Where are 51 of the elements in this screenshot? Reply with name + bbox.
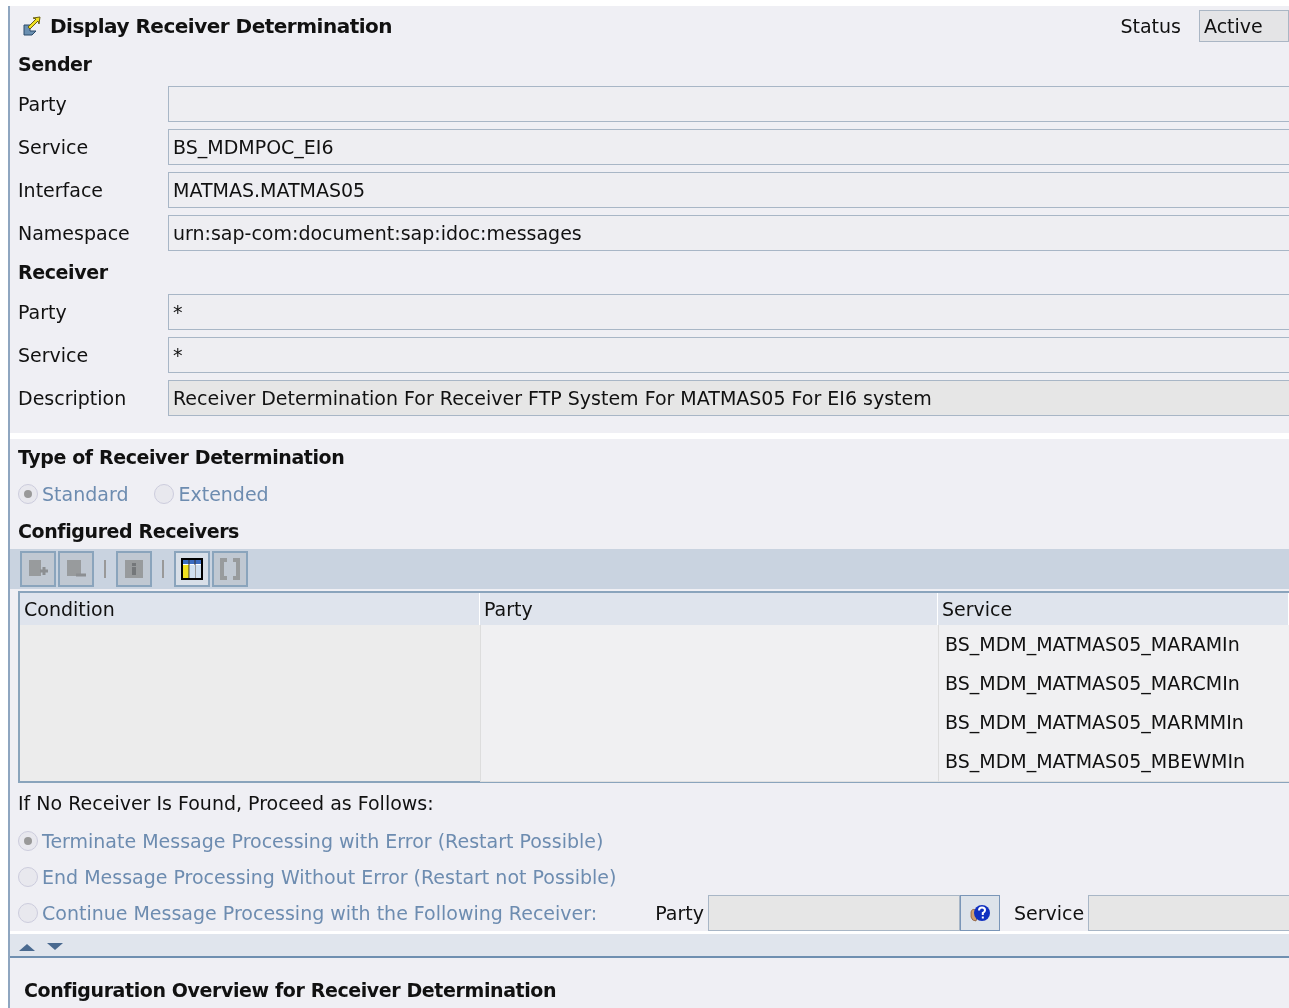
field-label: Service [18,135,90,158]
collapse-down-icon [46,942,64,952]
radio-label: Standard [42,483,129,505]
section-heading: Configured Receivers [18,519,241,544]
column-header[interactable]: Condition [20,593,480,625]
radio-button[interactable] [154,484,175,504]
table-columns-icon [180,557,204,581]
radio-button[interactable] [18,484,38,504]
section-heading: Type of Receiver Determination [18,445,346,470]
radio-label: Extended [178,483,269,505]
radio-button[interactable] [18,903,38,923]
input-field[interactable]: urn:sap-com:document:sap:idoc:messages [168,214,1289,251]
radio-button[interactable] [18,831,38,851]
radio-button[interactable] [18,867,38,887]
section-heading: Sender [18,52,93,77]
field-label: Description [18,386,128,409]
brackets-icon [218,557,242,581]
table-cell: BS_MDM_MATMAS05_MARAMIn [938,625,1289,665]
field-label: Interface [18,178,105,201]
radio-label: Terminate Message Processing with Error (Restart Possible) [42,830,604,852]
field-label: Party [655,902,704,924]
instruction-text: If No Receiver Is Found, Proceed as Follows: [18,791,435,816]
info-icon [122,557,146,581]
table-cell: BS_MDM_MATMAS05_MARMMIn [938,703,1289,743]
service-field[interactable] [1088,895,1289,931]
input-field[interactable] [168,85,1289,122]
input-field[interactable]: * [168,336,1289,373]
field-label: Party [18,300,68,323]
radio-label: End Message Processing Without Error (Restart not Possible) [42,866,617,888]
field-label: Service [18,343,90,366]
field-label: Namespace [18,221,131,244]
party-field[interactable] [707,895,960,931]
table-cell: BS_MDM_MATMAS05_MBEWMIn [938,742,1289,782]
help-icon [967,902,992,924]
status-field: Active [1199,10,1289,42]
section-heading: Configuration Overview for Receiver Determination [24,978,558,1003]
edit-arrow-icon [22,15,42,37]
table-columns-button[interactable] [174,551,210,587]
input-field[interactable]: BS_MDMPOC_EI6 [168,128,1289,165]
input-field[interactable]: * [168,293,1289,330]
radio-label: Continue Message Processing with the Following Receiver: [42,902,598,924]
input-field[interactable]: Receiver Determination For Receiver FTP System For MATMAS05 For EI6 system [168,379,1289,416]
field-label: Service [1013,902,1085,924]
field-label: Party [18,92,68,115]
value-help-button[interactable] [959,895,1000,931]
status-label: Status [1120,15,1181,37]
section-heading: Receiver [18,260,109,285]
page-title: Display Receiver Determination [50,14,393,38]
input-field[interactable]: MATMAS.MATMAS05 [168,171,1289,208]
table-cell: BS_MDM_MATMAS05_MARCMIn [938,664,1289,704]
expand-up-icon [18,942,36,952]
